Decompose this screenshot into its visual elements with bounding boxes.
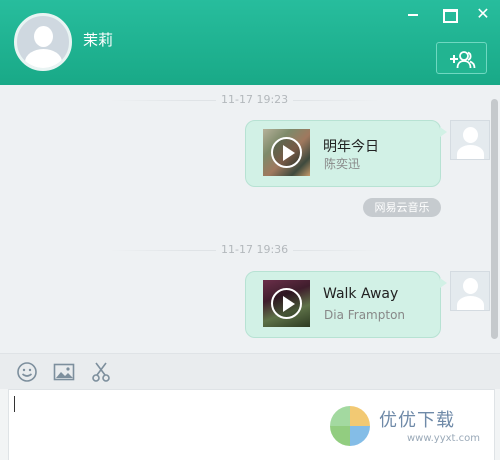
timestamp: 11-17 19:23	[216, 93, 294, 107]
album-cover[interactable]	[263, 280, 310, 327]
watermark-logo-icon	[330, 406, 370, 446]
close-icon: ✕	[476, 4, 490, 23]
maximize-button[interactable]	[439, 4, 459, 24]
avatar-body	[457, 145, 484, 159]
song-title: Walk Away	[323, 286, 399, 302]
album-cover[interactable]	[263, 129, 310, 176]
add-people-icon	[449, 50, 475, 68]
avatar-head	[463, 127, 478, 143]
sender-avatar[interactable]	[450, 120, 490, 160]
avatar-body	[25, 49, 62, 68]
music-source-tag[interactable]: 网易云音乐	[363, 198, 441, 217]
chat-scrollbar[interactable]	[491, 99, 498, 339]
scissors-icon[interactable]	[90, 361, 112, 383]
play-icon[interactable]	[271, 288, 302, 319]
watermark-text: 优优下载	[379, 410, 455, 431]
add-friend-button[interactable]	[436, 42, 487, 74]
avatar-body	[457, 296, 484, 310]
sender-avatar[interactable]	[450, 271, 490, 311]
minimize-button[interactable]	[403, 4, 423, 24]
watermark: 优优下载 www.yyxt.com	[327, 400, 497, 455]
chat-area[interactable]: 11-17 19:23 明年今日 陈奕迅 网易云音乐 11-17 19:36 W…	[0, 85, 500, 353]
bubble-tail	[440, 278, 447, 288]
song-artist: 陈奕迅	[324, 157, 361, 171]
time-divider: 11-17 19:23	[110, 93, 380, 107]
chat-header: 茉莉 ✕	[0, 0, 500, 85]
timestamp: 11-17 19:36	[216, 243, 294, 257]
emoji-icon[interactable]	[16, 361, 38, 383]
song-artist: Dia Frampton	[324, 308, 406, 322]
avatar-head	[463, 278, 478, 294]
bubble-tail	[440, 127, 447, 137]
music-card[interactable]: Walk Away Dia Frampton	[245, 271, 447, 338]
contact-name: 茉莉	[83, 31, 114, 49]
avatar-head	[34, 26, 53, 47]
image-icon[interactable]	[53, 361, 75, 383]
input-toolbar	[0, 353, 500, 389]
song-title: 明年今日	[323, 139, 379, 155]
play-icon[interactable]	[271, 137, 302, 168]
watermark-url: www.yyxt.com	[407, 433, 481, 444]
close-button[interactable]: ✕	[473, 4, 493, 24]
text-caret	[14, 396, 15, 412]
music-card[interactable]: 明年今日 陈奕迅	[245, 120, 447, 187]
contact-avatar[interactable]	[14, 13, 72, 71]
time-divider: 11-17 19:36	[110, 243, 380, 257]
